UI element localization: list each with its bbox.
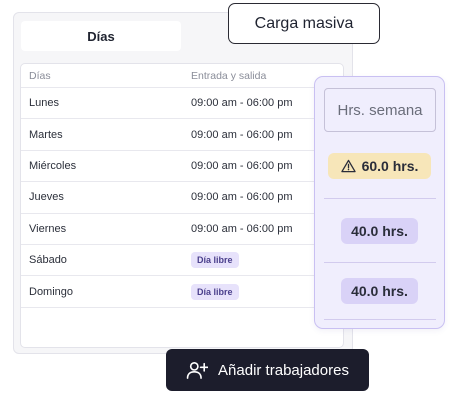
table-row[interactable]: Miércoles 09:00 am - 06:00 pm: [21, 151, 343, 183]
weekly-hours-panel: Hrs. semana 60.0 hrs. 40.0 hrs. 40.0 hrs…: [314, 76, 445, 329]
table-row[interactable]: Sábado Día libre: [21, 245, 343, 277]
day-off-cell: Día libre: [191, 252, 239, 269]
panel-divider: [324, 262, 436, 263]
day-cell: Lunes: [29, 97, 59, 110]
day-off-cell: Día libre: [191, 283, 239, 300]
day-cell: Domingo: [29, 285, 74, 298]
column-header-days: Días: [29, 69, 51, 82]
warning-triangle-icon: [340, 159, 356, 173]
weekly-hours-header: Hrs. semana: [324, 88, 436, 132]
column-header-hours: Entrada y salida: [191, 69, 267, 82]
add-workers-button[interactable]: Añadir trabajadores: [166, 349, 369, 391]
day-cell: Miércoles: [29, 159, 77, 172]
day-cell: Sábado: [29, 254, 67, 267]
weekly-hours-title: Hrs. semana: [337, 101, 423, 119]
table-row[interactable]: Domingo Día libre: [21, 276, 343, 308]
tab-days-label: Días: [87, 28, 115, 44]
add-workers-label: Añadir trabajadores: [218, 361, 349, 379]
table-row[interactable]: Viernes 09:00 am - 06:00 pm: [21, 214, 343, 245]
panel-divider: [324, 198, 436, 199]
day-cell: Jueves: [29, 191, 64, 204]
hours-cell: 09:00 am - 06:00 pm: [191, 159, 293, 172]
table-row[interactable]: Jueves 09:00 am - 06:00 pm: [21, 182, 343, 214]
hours-cell: 09:00 am - 06:00 pm: [191, 97, 293, 110]
hours-cell: 09:00 am - 06:00 pm: [191, 191, 293, 204]
add-user-icon: [186, 361, 209, 379]
hours-badge: 40.0 hrs.: [341, 278, 418, 304]
day-off-badge: Día libre: [191, 252, 239, 269]
panel-divider: [324, 319, 436, 320]
bulk-upload-label: Carga masiva: [254, 14, 354, 32]
day-off-badge: Día libre: [191, 283, 239, 300]
table-header: Días Entrada y salida: [21, 64, 343, 88]
hours-badge: 40.0 hrs.: [341, 218, 418, 244]
hours-cell: 09:00 am - 06:00 pm: [191, 128, 293, 141]
schedule-card: Días Días Entrada y salida Lunes 09:00 a…: [13, 12, 353, 354]
hours-value: 60.0 hrs.: [361, 158, 419, 174]
hours-cell: 09:00 am - 06:00 pm: [191, 222, 293, 235]
hours-warning-badge: 60.0 hrs.: [328, 153, 431, 179]
tab-days[interactable]: Días: [21, 21, 181, 51]
schedule-table: Días Entrada y salida Lunes 09:00 am - 0…: [20, 63, 344, 348]
table-row[interactable]: Lunes 09:00 am - 06:00 pm: [21, 88, 343, 120]
day-cell: Viernes: [29, 222, 67, 235]
hours-value: 40.0 hrs.: [351, 223, 408, 239]
table-row[interactable]: Martes 09:00 am - 06:00 pm: [21, 119, 343, 151]
day-cell: Martes: [29, 128, 63, 141]
bulk-upload-button[interactable]: Carga masiva: [228, 3, 380, 44]
hours-value: 40.0 hrs.: [351, 283, 408, 299]
